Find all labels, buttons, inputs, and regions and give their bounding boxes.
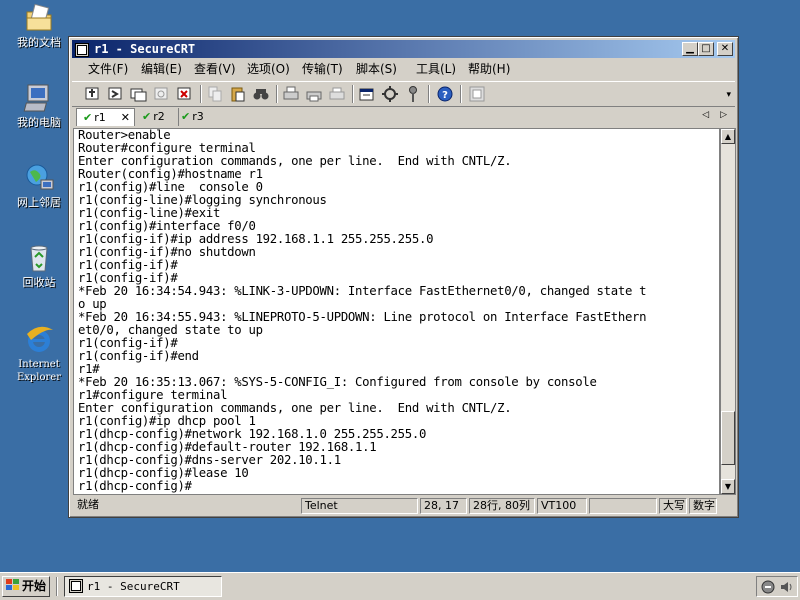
taskbar-securecrt[interactable]: r1 - SecureCRT xyxy=(64,576,222,597)
scroll-down-icon[interactable]: ▼ xyxy=(721,479,735,494)
disconnect-icon[interactable] xyxy=(176,85,194,103)
toolbar: ? ▾ xyxy=(72,81,735,107)
status-cursor-position: 28, 17 xyxy=(420,498,467,514)
global-options-icon[interactable] xyxy=(381,85,399,103)
menu-view[interactable]: 查看(V) xyxy=(194,61,236,77)
menu-script[interactable]: 脚本(S) xyxy=(356,61,397,77)
app-icon xyxy=(69,579,83,593)
paste-icon[interactable] xyxy=(229,85,247,103)
tray-network-icon[interactable] xyxy=(761,579,775,598)
desktop-icon-recycle-bin[interactable]: 回收站 xyxy=(8,242,70,289)
desktop-icon-label: 我的电脑 xyxy=(17,116,61,129)
desktop-icon-label: Internet Explorer xyxy=(16,359,62,383)
windows-logo-icon xyxy=(6,578,20,590)
desktop-icon-label: 网上邻居 xyxy=(17,196,61,209)
menu-tools[interactable]: 工具(L) xyxy=(416,61,456,77)
print-setup-icon[interactable] xyxy=(282,85,300,103)
menu-options[interactable]: 选项(O) xyxy=(247,61,290,77)
status-bar: 就绪 Telnet 28, 17 28行, 80列 VT100 大写 数字 xyxy=(72,497,735,515)
desktop-icon-internet-explorer[interactable]: Internet Explorer xyxy=(8,324,70,384)
screenshot-icon[interactable] xyxy=(468,85,486,103)
internet-explorer-icon xyxy=(23,324,55,356)
start-button[interactable]: 开始 xyxy=(2,576,50,597)
system-tray xyxy=(756,576,798,597)
maximize-icon: □ xyxy=(701,43,711,54)
scroll-thumb[interactable] xyxy=(721,411,735,465)
tray-volume-icon[interactable] xyxy=(779,579,793,598)
connect-in-tab-icon[interactable] xyxy=(130,85,148,103)
recycle-bin-icon xyxy=(23,242,55,274)
taskbar-task-label: r1 - SecureCRT xyxy=(87,580,180,593)
minimize-icon: ▁ xyxy=(686,43,694,54)
taskbar: 开始 r1 - SecureCRT xyxy=(0,572,800,600)
help-icon[interactable]: ? xyxy=(436,85,454,103)
desktop-icon-my-computer[interactable]: 我的电脑 xyxy=(8,82,70,129)
connected-check-icon: ✔ xyxy=(83,111,93,124)
find-icon[interactable] xyxy=(252,85,270,103)
taskbar-separator xyxy=(56,577,58,596)
close-icon: ✕ xyxy=(720,43,730,54)
copy-icon[interactable] xyxy=(206,85,224,103)
keymap-icon[interactable] xyxy=(404,85,422,103)
toolbar-separator xyxy=(352,85,354,103)
my-documents-icon xyxy=(23,2,55,34)
status-rows-cols: 28行, 80列 xyxy=(469,498,535,514)
status-emulation: VT100 xyxy=(537,498,587,514)
menu-help[interactable]: 帮助(H) xyxy=(468,61,510,77)
desktop-icon-my-documents[interactable]: 我的文档 xyxy=(8,2,70,49)
maximize-button[interactable]: □ xyxy=(698,42,714,56)
connect-icon[interactable] xyxy=(84,85,102,103)
toolbar-separator xyxy=(460,85,462,103)
session-tabs: ✔ r1 ✕ ✔ r2 ✔ r3 ◁ ▷ xyxy=(72,107,735,127)
close-button[interactable]: ✕ xyxy=(717,42,733,56)
reconnect-icon[interactable] xyxy=(153,85,171,103)
status-num: 数字 xyxy=(689,498,717,514)
menu-bar: 文件(F) 编辑(E) 查看(V) 选项(O) 传输(T) 脚本(S) 工具(L… xyxy=(72,59,735,79)
vertical-scrollbar[interactable]: ▲ ▼ xyxy=(720,128,736,495)
quick-connect-icon[interactable] xyxy=(107,85,125,103)
print-icon[interactable] xyxy=(305,85,323,103)
tab-scroll-right-icon[interactable]: ▷ xyxy=(720,110,727,120)
toolbar-separator xyxy=(428,85,430,103)
status-caps: 大写 xyxy=(659,498,687,514)
tab-label: r3 xyxy=(192,110,204,123)
connected-check-icon: ✔ xyxy=(181,110,191,123)
terminal-output[interactable]: Router>enable Router#configure terminal … xyxy=(73,128,720,495)
title-bar[interactable]: r1 - SecureCRT ▁ □ ✕ xyxy=(72,40,735,58)
menu-edit[interactable]: 编辑(E) xyxy=(141,61,182,77)
print-screen-icon[interactable] xyxy=(328,85,346,103)
start-label: 开始 xyxy=(22,579,47,593)
tab-r1[interactable]: ✔ r1 ✕ xyxy=(76,108,135,126)
status-blank xyxy=(589,498,657,514)
my-computer-icon xyxy=(23,82,55,114)
desktop-icon-label: 我的文档 xyxy=(17,36,61,49)
tab-r3[interactable]: ✔ r3 xyxy=(178,108,217,126)
scroll-up-icon[interactable]: ▲ xyxy=(721,129,735,144)
connected-check-icon: ✔ xyxy=(142,110,152,123)
tab-label: r1 xyxy=(94,111,106,124)
network-places-icon xyxy=(23,162,55,194)
securecrt-window: r1 - SecureCRT ▁ □ ✕ 文件(F) 编辑(E) 查看(V) 选… xyxy=(68,36,739,518)
minimize-button[interactable]: ▁ xyxy=(682,42,698,56)
desktop-icon-label: 回收站 xyxy=(22,276,56,289)
app-icon xyxy=(75,42,89,57)
menu-file[interactable]: 文件(F) xyxy=(88,61,128,77)
terminal-text: Router>enable Router#configure terminal … xyxy=(78,128,647,493)
desktop-icon-network-places[interactable]: 网上邻居 xyxy=(8,162,70,209)
window-title: r1 - SecureCRT xyxy=(94,42,196,56)
status-protocol: Telnet xyxy=(301,498,418,514)
tab-close-icon[interactable]: ✕ xyxy=(121,109,130,127)
toolbar-chevron-icon[interactable]: ▾ xyxy=(726,90,731,100)
svg-text:?: ? xyxy=(442,90,448,101)
tab-label: r2 xyxy=(153,110,165,123)
status-ready: 就绪 xyxy=(77,498,99,511)
session-options-icon[interactable] xyxy=(358,85,376,103)
toolbar-separator xyxy=(200,85,202,103)
tab-scroll-left-icon[interactable]: ◁ xyxy=(702,110,709,120)
toolbar-separator xyxy=(276,85,278,103)
menu-transfer[interactable]: 传输(T) xyxy=(302,61,343,77)
tab-r2[interactable]: ✔ r2 xyxy=(140,108,178,126)
